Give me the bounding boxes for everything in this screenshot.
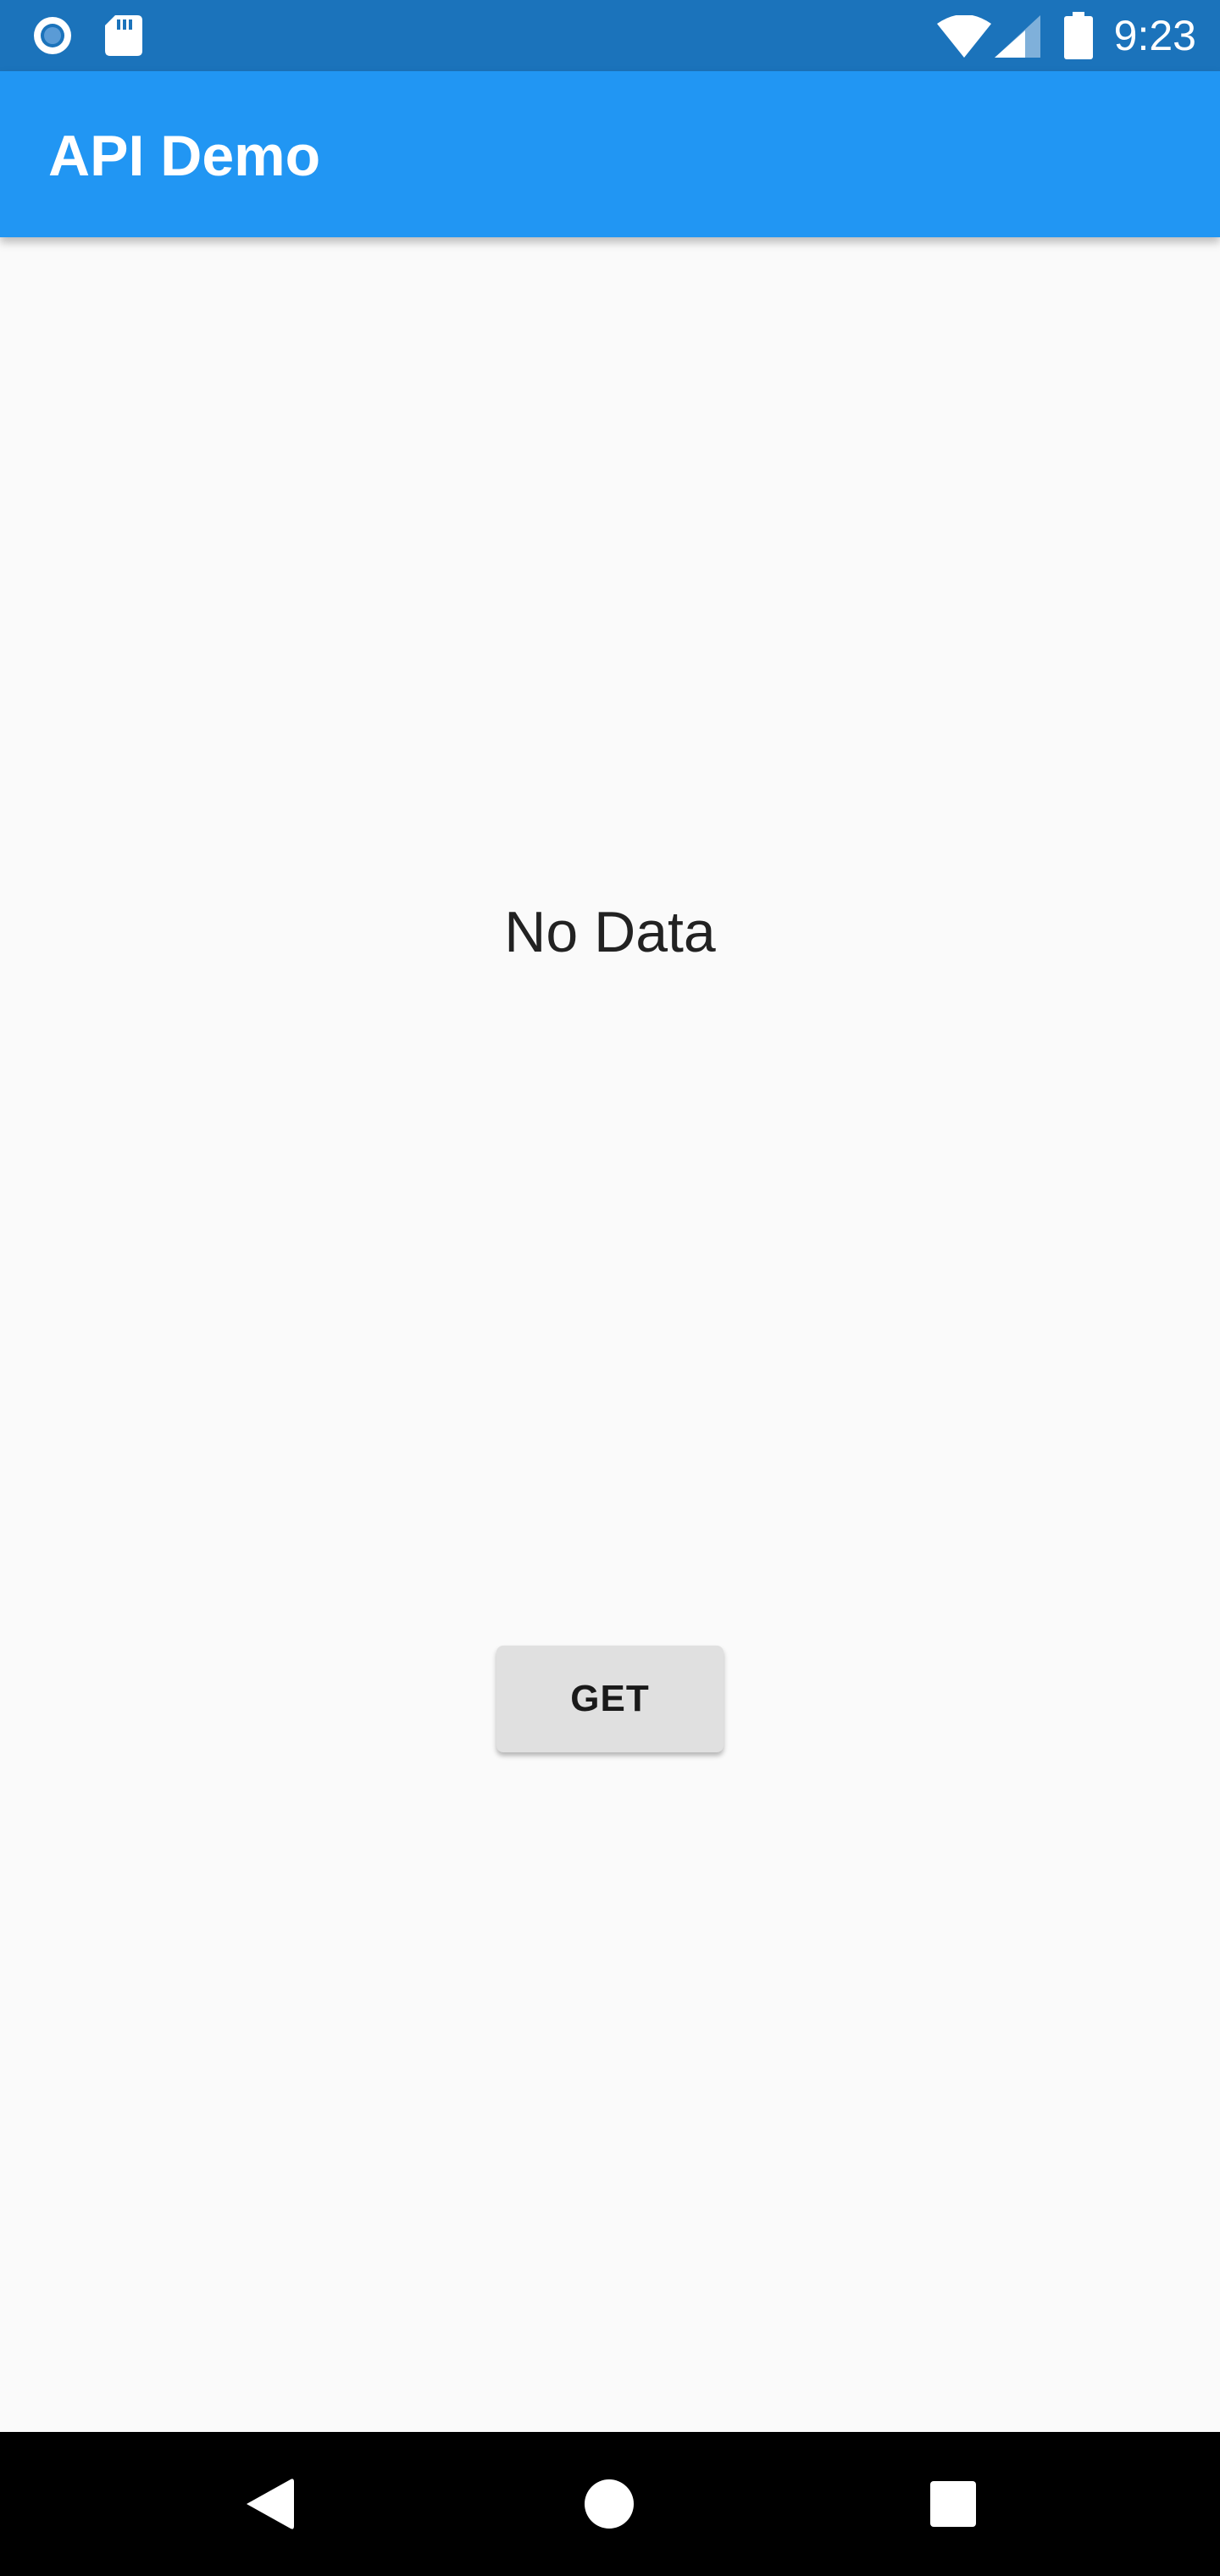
status-time: 9:23 (1113, 12, 1196, 59)
app-screen: 9:23 API Demo No Data GET (0, 0, 1220, 2576)
navigation-bar (0, 2432, 1220, 2576)
status-bar: 9:23 (0, 0, 1220, 71)
cellular-signal-icon (995, 15, 1040, 58)
battery-icon (1064, 12, 1093, 59)
home-icon[interactable] (571, 2466, 647, 2542)
wifi-icon (937, 14, 991, 58)
status-text: No Data (504, 900, 716, 964)
sd-card-icon (105, 15, 149, 59)
back-icon[interactable] (230, 2466, 307, 2542)
app-title: API Demo (48, 124, 321, 188)
recents-icon[interactable] (915, 2466, 991, 2542)
record-icon (30, 14, 75, 58)
app-bar: API Demo (0, 71, 1220, 237)
get-button[interactable]: GET (496, 1646, 724, 1752)
